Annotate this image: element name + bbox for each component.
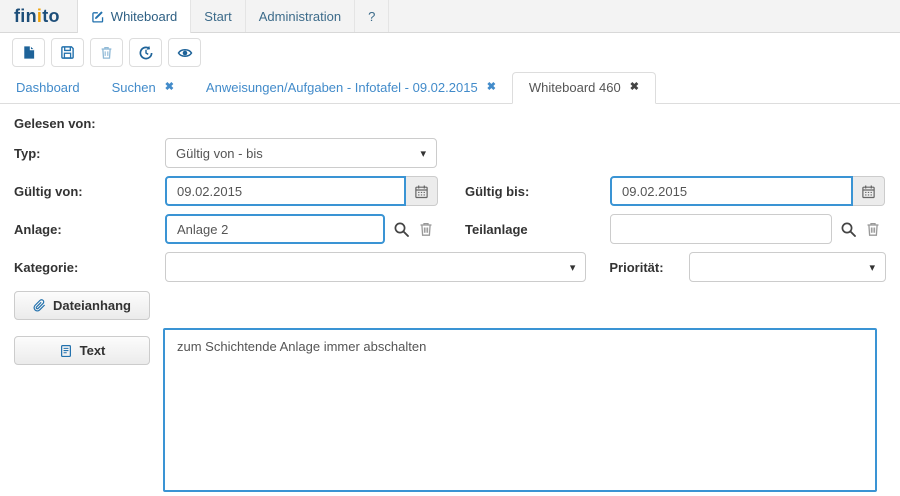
preview-button[interactable] (168, 38, 201, 67)
gueltig-bis-label: Gültig bis: (465, 184, 610, 199)
trash-icon (99, 45, 114, 60)
text-row: Text zum Schichtende Anlage immer abscha… (14, 328, 886, 492)
gelesen-von-row: Gelesen von: (14, 114, 886, 132)
nav-item-label: Administration (259, 9, 341, 24)
calendar-icon (414, 184, 429, 199)
dateianhang-button-label: Dateianhang (53, 298, 131, 313)
nav-item-help[interactable]: ? (355, 0, 389, 32)
nav-item-start[interactable]: Start (191, 0, 245, 32)
nav-item-label: Start (204, 9, 231, 24)
close-icon[interactable]: ✖ (487, 82, 496, 93)
new-document-icon (21, 45, 36, 60)
kategorie-row: Kategorie: ▾ Priorität: ▾ (14, 252, 886, 282)
tab-suchen[interactable]: Suchen ✖ (96, 73, 190, 103)
kategorie-label: Kategorie: (14, 260, 165, 275)
top-navbar: finito Whiteboard Start Administration ? (0, 0, 900, 33)
new-document-button[interactable] (12, 38, 45, 67)
text-content-textarea[interactable]: zum Schichtende Anlage immer abschalten (163, 328, 877, 492)
search-icon (840, 221, 857, 238)
chevron-down-icon: ▾ (570, 261, 576, 274)
typ-row: Typ: Gültig von - bis ▾ (14, 138, 886, 168)
gueltig-von-group (165, 176, 438, 206)
tab-anweisungen[interactable]: Anweisungen/Aufgaben - Infotafel - 09.02… (190, 73, 512, 103)
text-button[interactable]: Text (14, 336, 150, 365)
action-toolbar (0, 33, 900, 70)
text-button-label: Text (80, 343, 106, 358)
dates-row: Gültig von: Gültig bis: (14, 176, 886, 206)
anlage-row: Anlage: Teilanlage (14, 214, 886, 244)
nav-item-label: ? (368, 9, 375, 24)
logo-text: fin (14, 6, 37, 27)
anlage-clear-button[interactable] (418, 221, 434, 237)
kategorie-select[interactable]: ▾ (165, 252, 586, 282)
gueltig-bis-group (610, 176, 885, 206)
tab-whiteboard-460[interactable]: Whiteboard 460 ✖ (512, 72, 656, 104)
tab-label: Suchen (112, 80, 156, 95)
tab-label: Whiteboard 460 (529, 80, 621, 95)
typ-select[interactable]: Gültig von - bis ▾ (165, 138, 437, 168)
gueltig-bis-calendar-button[interactable] (853, 176, 885, 206)
dateianhang-button[interactable]: Dateianhang (14, 291, 150, 320)
anlage-label: Anlage: (14, 222, 165, 237)
teilanlage-input[interactable] (610, 214, 832, 244)
typ-label: Typ: (14, 146, 165, 161)
typ-select-value: Gültig von - bis (176, 146, 263, 161)
paperclip-icon (33, 299, 46, 312)
prioritaet-select[interactable]: ▾ (689, 252, 886, 282)
close-icon[interactable]: ✖ (165, 82, 174, 93)
nav-item-label: Whiteboard (111, 9, 177, 24)
chevron-down-icon: ▾ (869, 261, 875, 274)
anlage-search-button[interactable] (393, 221, 410, 238)
tab-dashboard[interactable]: Dashboard (0, 73, 96, 103)
save-button[interactable] (51, 38, 84, 67)
trash-icon (418, 221, 434, 237)
app-logo: finito (0, 0, 77, 32)
tab-label: Anweisungen/Aufgaben - Infotafel - 09.02… (206, 80, 478, 95)
gelesen-von-label: Gelesen von: (14, 116, 96, 131)
nav-item-administration[interactable]: Administration (246, 0, 355, 32)
search-icon (393, 221, 410, 238)
gueltig-von-label: Gültig von: (14, 184, 165, 199)
teilanlage-search-button[interactable] (840, 221, 857, 238)
calendar-icon (861, 184, 876, 199)
compose-icon (91, 10, 105, 24)
close-icon[interactable]: ✖ (630, 82, 639, 93)
delete-button[interactable] (90, 38, 123, 67)
teilanlage-label: Teilanlage (465, 222, 610, 237)
prioritaet-label: Priorität: (609, 260, 689, 275)
tab-label: Dashboard (16, 80, 80, 95)
whiteboard-form: Gelesen von: Typ: Gültig von - bis ▾ Gül… (0, 104, 900, 492)
history-button[interactable] (129, 38, 162, 67)
teilanlage-clear-button[interactable] (865, 221, 881, 237)
dateianhang-row: Dateianhang (14, 290, 886, 320)
nav-item-whiteboard[interactable]: Whiteboard (77, 0, 191, 33)
eye-icon (177, 45, 193, 61)
gueltig-von-calendar-button[interactable] (406, 176, 438, 206)
trash-icon (865, 221, 881, 237)
anlage-input[interactable] (165, 214, 385, 244)
document-text-icon (59, 344, 73, 358)
gueltig-bis-input[interactable] (610, 176, 853, 206)
chevron-down-icon: ▾ (420, 147, 426, 160)
logo-text-2: to (42, 6, 60, 27)
document-tabbar: Dashboard Suchen ✖ Anweisungen/Aufgaben … (0, 72, 900, 104)
gueltig-von-input[interactable] (165, 176, 406, 206)
history-icon (138, 45, 154, 61)
save-icon (60, 45, 75, 60)
